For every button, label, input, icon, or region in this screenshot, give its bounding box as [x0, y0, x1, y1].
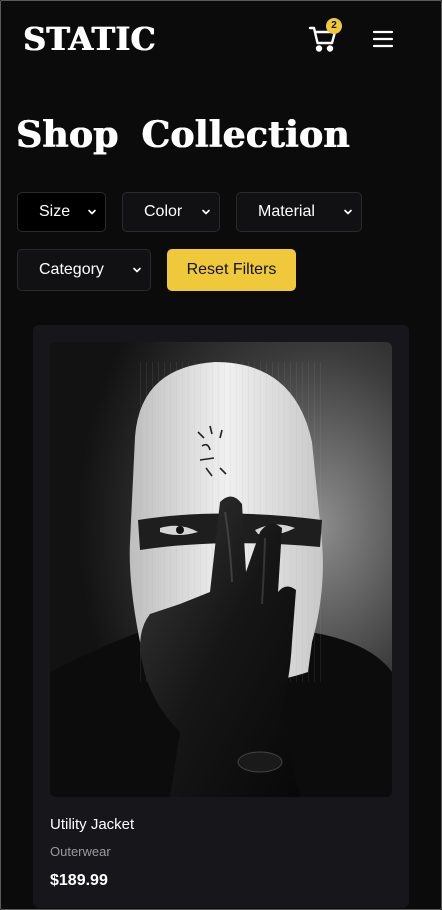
category-filter-select[interactable]: Category [17, 249, 151, 291]
page-title: Shop Collection [16, 114, 350, 156]
color-filter-label: Color [144, 203, 183, 220]
color-filter-select[interactable]: Color [122, 192, 220, 232]
menu-button[interactable] [370, 26, 396, 52]
reset-filters-button[interactable]: Reset Filters [167, 249, 296, 291]
cart-button[interactable]: 2 [307, 18, 342, 54]
product-category: Outerwear [50, 844, 111, 859]
chevron-down-icon [87, 207, 97, 217]
chevron-down-icon [132, 265, 142, 275]
product-photo [50, 342, 392, 797]
product-image[interactable] [50, 342, 392, 797]
category-filter-label: Category [39, 261, 104, 278]
chevron-down-icon [201, 207, 211, 217]
product-card[interactable]: Utility Jacket Outerwear $189.99 [33, 325, 409, 908]
material-filter-select[interactable]: Material [236, 192, 362, 232]
cart-count-badge: 2 [326, 18, 342, 34]
site-header: STATIC 2 [0, 0, 442, 80]
chevron-down-icon [343, 207, 353, 217]
size-filter-select[interactable]: Size [17, 192, 106, 232]
size-filter-label: Size [39, 203, 71, 220]
product-name[interactable]: Utility Jacket [50, 816, 134, 833]
site-logo[interactable]: STATIC [23, 20, 156, 58]
product-price: $189.99 [50, 872, 108, 889]
material-filter-label: Material [258, 203, 315, 220]
hamburger-menu-icon [372, 30, 394, 48]
